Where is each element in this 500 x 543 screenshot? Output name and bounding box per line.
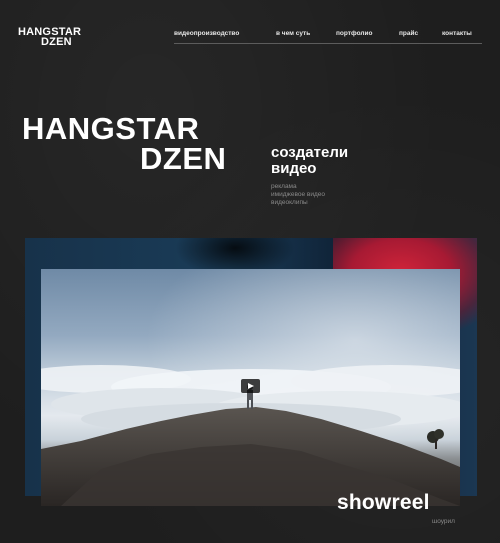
hero-title-line-2: DZEN: [140, 141, 227, 176]
hero-title: HANGSTAR DZEN: [22, 111, 227, 176]
main-nav: видеопроизводство в чем суть портфолио п…: [174, 30, 481, 42]
nav-item-essence[interactable]: в чем суть: [276, 30, 310, 37]
service-item: имиджевое видео: [271, 191, 326, 198]
nav-item-production[interactable]: видеопроизводство: [174, 30, 239, 37]
service-item: видеоклипы: [271, 199, 308, 206]
nav-item-price[interactable]: прайс: [399, 30, 418, 37]
tagline-line-1: создатели: [271, 144, 349, 161]
nav-divider: [174, 43, 482, 44]
tagline-line-2: видео: [271, 160, 317, 177]
nav-item-portfolio[interactable]: портфолио: [336, 30, 372, 37]
service-item: реклама: [271, 183, 297, 190]
hero-title-line-1: HANGSTAR: [22, 111, 200, 146]
play-button[interactable]: [241, 379, 260, 393]
hero-tagline: создатели видео: [271, 145, 348, 177]
showreel-title: showreel: [337, 491, 430, 514]
play-icon: [248, 382, 254, 389]
nav-item-contacts[interactable]: контакты: [442, 30, 472, 37]
page: HANGSTAR DZEN видеопроизводство в чем су…: [0, 0, 500, 543]
showreel-subtitle: шоурил: [432, 518, 455, 525]
logo-line-2: DZEN: [41, 36, 72, 48]
services-list: реклама имиджевое видео видеоклипы: [271, 183, 325, 207]
logo[interactable]: HANGSTAR DZEN: [18, 27, 81, 48]
